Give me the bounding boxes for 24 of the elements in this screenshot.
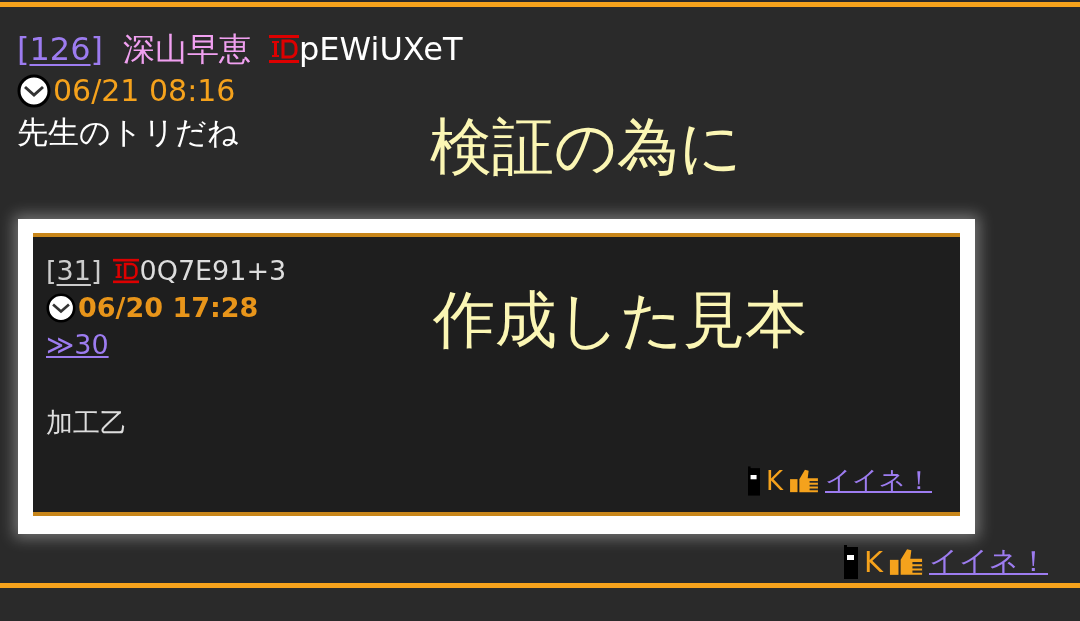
post-date: 06/21 08:16: [53, 72, 236, 110]
device-mark: K: [765, 465, 783, 496]
phone-icon: [843, 545, 858, 579]
clock-icon: [17, 74, 51, 108]
like-link[interactable]: イイネ！: [929, 542, 1048, 582]
post-number[interactable]: [31]: [46, 253, 102, 289]
post-date: 06/20 17:28: [78, 291, 259, 325]
poster-id: 0Q7E91+3: [139, 254, 287, 288]
reply-link[interactable]: ≫30: [46, 327, 109, 363]
annotation-text: 検証の為に: [430, 112, 742, 182]
clock-icon: [46, 293, 76, 323]
id-icon: [269, 35, 300, 63]
thumbs-up-icon: [789, 467, 819, 494]
post-text: 先生のトリだね: [17, 113, 239, 152]
poster-id: pEWiUXeT: [299, 29, 463, 70]
phone-icon: [747, 465, 760, 496]
like-link[interactable]: イイネ！: [825, 463, 932, 498]
post-number[interactable]: [126]: [17, 27, 104, 71]
thumbs-up-icon: [889, 547, 923, 577]
id-icon: [113, 258, 140, 284]
device-mark: K: [863, 545, 883, 579]
post-text: 加工乙: [46, 406, 127, 440]
annotation-text: 作成した見本: [433, 285, 807, 355]
poster-name: 深山早恵: [123, 29, 252, 70]
